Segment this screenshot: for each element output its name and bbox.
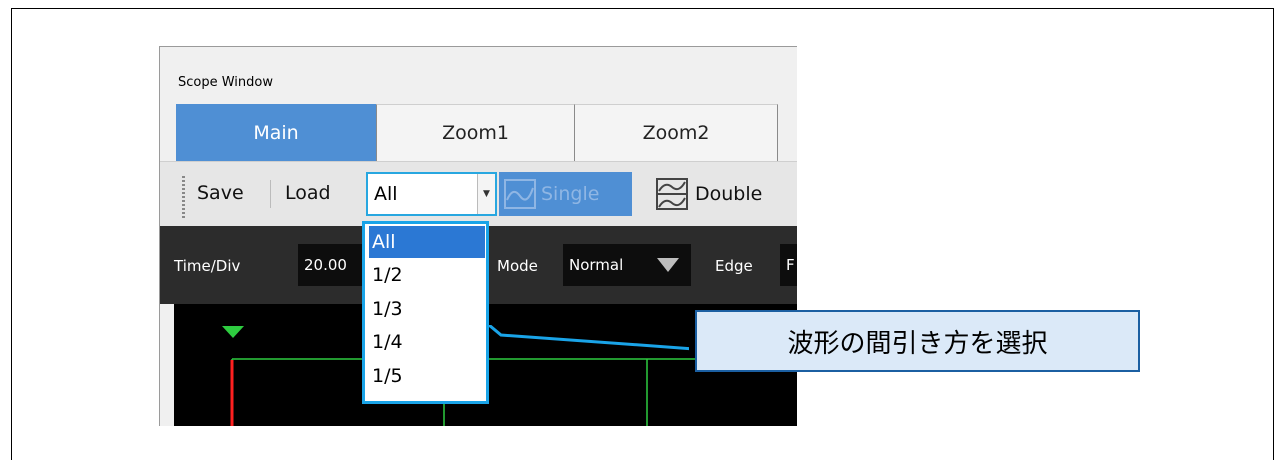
toolbar-grip[interactable] [182, 176, 185, 220]
timediv-label: Time/Div [174, 257, 241, 275]
dropdown-option-1-4[interactable]: 1/4 [369, 326, 485, 358]
single-button-label: Single [541, 183, 600, 205]
mode-select[interactable]: Normal [563, 244, 691, 286]
dropdown-option-1-2[interactable]: 1/2 [369, 259, 485, 291]
decimation-select-value: All [374, 183, 398, 205]
triangle-down-icon [657, 258, 679, 272]
double-button-label: Double [695, 183, 763, 205]
single-wave-icon [504, 179, 536, 209]
edge-label: Edge [715, 257, 753, 275]
decimation-select[interactable]: All ▼ [366, 172, 497, 216]
chevron-down-icon[interactable]: ▼ [477, 174, 495, 214]
mode-select-value: Normal [569, 256, 624, 274]
tab-zoom2[interactable]: Zoom2 [574, 104, 778, 161]
mode-label: Mode [497, 257, 538, 275]
double-wave-icon [656, 178, 688, 210]
annotation-callout: 波形の間引き方を選択 [695, 310, 1140, 372]
window-title: Scope Window [178, 75, 273, 90]
dropdown-option-all[interactable]: All [369, 226, 485, 258]
tab-zoom1[interactable]: Zoom1 [376, 104, 575, 161]
double-button[interactable]: Double [655, 174, 762, 214]
save-button[interactable]: Save [197, 174, 244, 212]
callout-leader-line [489, 325, 689, 351]
edge-select[interactable]: F [780, 244, 797, 286]
dropdown-option-1-3[interactable]: 1/3 [369, 293, 485, 325]
single-button[interactable]: Single [499, 172, 632, 216]
toolbar: Save Load All ▼ Single Double [160, 161, 797, 227]
toolbar-separator [270, 180, 271, 208]
tab-main[interactable]: Main [176, 104, 376, 161]
decimation-dropdown-list: All 1/2 1/3 1/4 1/5 [362, 221, 489, 404]
load-button[interactable]: Load [285, 174, 331, 212]
timediv-input[interactable]: 20.00 [298, 244, 362, 286]
dropdown-option-1-5[interactable]: 1/5 [369, 360, 485, 392]
trigger-marker-icon [222, 326, 244, 338]
